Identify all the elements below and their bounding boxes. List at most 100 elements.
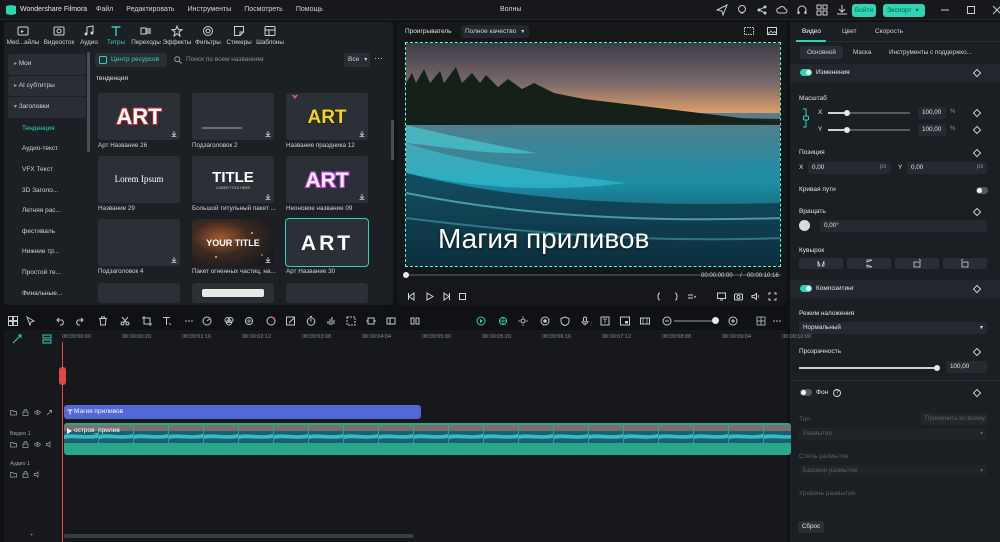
- headset-icon[interactable]: [796, 4, 808, 16]
- add-track-icon[interactable]: [12, 334, 22, 344]
- pip-icon[interactable]: [620, 316, 630, 326]
- slider-knob[interactable]: [844, 127, 850, 133]
- flip-horizontal-button[interactable]: [799, 258, 843, 269]
- rotate-field[interactable]: 0,00°: [820, 220, 987, 232]
- path-curve-toggle[interactable]: [976, 187, 988, 194]
- flip-vertical-button[interactable]: [847, 258, 891, 269]
- title-card[interactable]: Lorem Ipsum: [98, 156, 180, 203]
- keyframe-diamond-icon[interactable]: [972, 347, 982, 357]
- crop-frame-icon[interactable]: [346, 316, 356, 326]
- mark-out-icon[interactable]: [671, 292, 680, 301]
- layout-grid-icon[interactable]: [8, 316, 18, 326]
- position-x-field[interactable]: 0,00: [808, 162, 890, 174]
- grid-view-icon[interactable]: [756, 316, 766, 326]
- timer-icon[interactable]: [306, 316, 316, 326]
- stabilize-icon[interactable]: [366, 316, 376, 326]
- rotate-left-button[interactable]: [895, 258, 939, 269]
- scale-x-field[interactable]: 100,00: [918, 107, 946, 119]
- download-icon[interactable]: [171, 257, 177, 263]
- freeze-frame-icon[interactable]: [410, 316, 420, 326]
- sidebar-item-ai-subtitles[interactable]: AI субтитры: [8, 75, 86, 97]
- color-match-icon[interactable]: [224, 316, 234, 326]
- cloud-upload-icon[interactable]: [776, 4, 788, 16]
- blur-style-dropdown[interactable]: Базовое размытие ▾: [799, 465, 987, 477]
- title-card[interactable]: YOUR TITLE: [192, 219, 274, 266]
- sidebar-item-audio-text[interactable]: Аудио-текст: [8, 139, 86, 160]
- record-voiceover-icon[interactable]: [540, 316, 550, 326]
- sidebar-item-trend[interactable]: Тенденция: [8, 119, 86, 140]
- more-options-icon[interactable]: [772, 316, 782, 326]
- title-card[interactable]: [192, 283, 274, 303]
- lock-icon[interactable]: [22, 471, 29, 478]
- title-card[interactable]: [98, 219, 180, 266]
- text-tool-icon[interactable]: [162, 316, 172, 326]
- sidebar-item-summer-sale[interactable]: Летняя рас...: [8, 201, 86, 222]
- close-icon[interactable]: [992, 4, 1000, 16]
- scale-y-field[interactable]: 100,00: [918, 124, 946, 136]
- keyframe-diamond-icon[interactable]: [972, 108, 982, 118]
- tab-titles[interactable]: Титры: [102, 22, 130, 50]
- preview-title-overlay[interactable]: Магия приливов: [438, 223, 649, 255]
- quality-dropdown[interactable]: Полное качество ▾: [461, 25, 529, 38]
- speaker-icon[interactable]: [46, 441, 53, 448]
- snapshot-icon[interactable]: [386, 316, 396, 326]
- keyframe-diamond-icon[interactable]: [972, 284, 982, 294]
- select-cursor-icon[interactable]: [26, 316, 36, 326]
- tab-templates[interactable]: Шаблоны: [254, 22, 286, 50]
- tab-filters[interactable]: Фильтры: [192, 22, 224, 50]
- sidebar-item-3d-titles[interactable]: 3D Заголо...: [8, 181, 86, 202]
- add-icon[interactable]: +: [30, 533, 34, 539]
- audio-link-icon[interactable]: [46, 409, 53, 416]
- folder-icon[interactable]: [10, 409, 17, 416]
- video-preview[interactable]: Магия приливов: [405, 42, 781, 267]
- download-icon[interactable]: [265, 194, 271, 200]
- maximize-icon[interactable]: [966, 4, 978, 16]
- download-icon[interactable]: [265, 131, 271, 137]
- share-icon[interactable]: [756, 4, 768, 16]
- crop-icon[interactable]: [142, 316, 152, 326]
- title-card[interactable]: [192, 93, 274, 140]
- microphone-icon[interactable]: [580, 316, 590, 326]
- step-back-icon[interactable]: [407, 292, 416, 301]
- speaker-icon[interactable]: [34, 471, 41, 478]
- subtab-mask[interactable]: Маска: [846, 46, 878, 59]
- eye-icon[interactable]: [34, 441, 41, 448]
- tab-speed[interactable]: Скорость: [875, 28, 903, 35]
- login-button[interactable]: Войти: [852, 4, 876, 17]
- title-card[interactable]: [98, 283, 180, 303]
- scale-y-slider[interactable]: [828, 127, 910, 133]
- lock-icon[interactable]: [22, 441, 29, 448]
- monitor-icon[interactable]: [717, 292, 726, 301]
- tab-transitions[interactable]: Переходы: [130, 22, 162, 50]
- video-clip[interactable]: остров_прилив: [64, 423, 791, 455]
- time-ruler[interactable]: 00:00:00:00 00:00:00:20 00:00:01:16 00:00:0…: [59, 330, 811, 344]
- cut-scissors-icon[interactable]: [120, 316, 130, 326]
- snapshot-image-icon[interactable]: [767, 27, 777, 35]
- safe-area-icon[interactable]: [744, 27, 754, 35]
- playhead-line[interactable]: [62, 342, 63, 542]
- position-y-field[interactable]: 0,00: [907, 162, 987, 174]
- speed-icon[interactable]: [202, 316, 212, 326]
- rotate-dial[interactable]: [799, 220, 810, 231]
- audio-adjust-icon[interactable]: [326, 316, 336, 326]
- sidebar-item-vfx-text[interactable]: VFX Текст: [8, 160, 86, 181]
- zoom-slider-knob[interactable]: [712, 317, 719, 324]
- search-input[interactable]: Поиск по всем названиям: [172, 53, 332, 67]
- transform-toggle[interactable]: [800, 69, 812, 76]
- subtab-basic[interactable]: Основной: [800, 46, 843, 59]
- sidebar-item-festival[interactable]: фестиваль: [8, 222, 86, 243]
- mark-in-icon[interactable]: [655, 292, 664, 301]
- tab-color[interactable]: Цвет: [842, 28, 857, 35]
- slider-knob[interactable]: [934, 365, 940, 371]
- effects-sparkle-icon[interactable]: [244, 316, 254, 326]
- download-icon[interactable]: [359, 194, 365, 200]
- tab-audio[interactable]: Аудио: [76, 22, 102, 50]
- title-card-selected[interactable]: ART: [285, 218, 369, 267]
- opacity-slider[interactable]: [799, 365, 940, 371]
- stop-icon[interactable]: [458, 292, 467, 301]
- help-icon[interactable]: ?: [832, 389, 842, 397]
- more-options-icon[interactable]: ···: [374, 53, 383, 63]
- ai-mate-icon[interactable]: [498, 316, 508, 326]
- keyframe-diamond-icon[interactable]: [972, 125, 982, 135]
- lightbulb-icon[interactable]: [736, 4, 748, 16]
